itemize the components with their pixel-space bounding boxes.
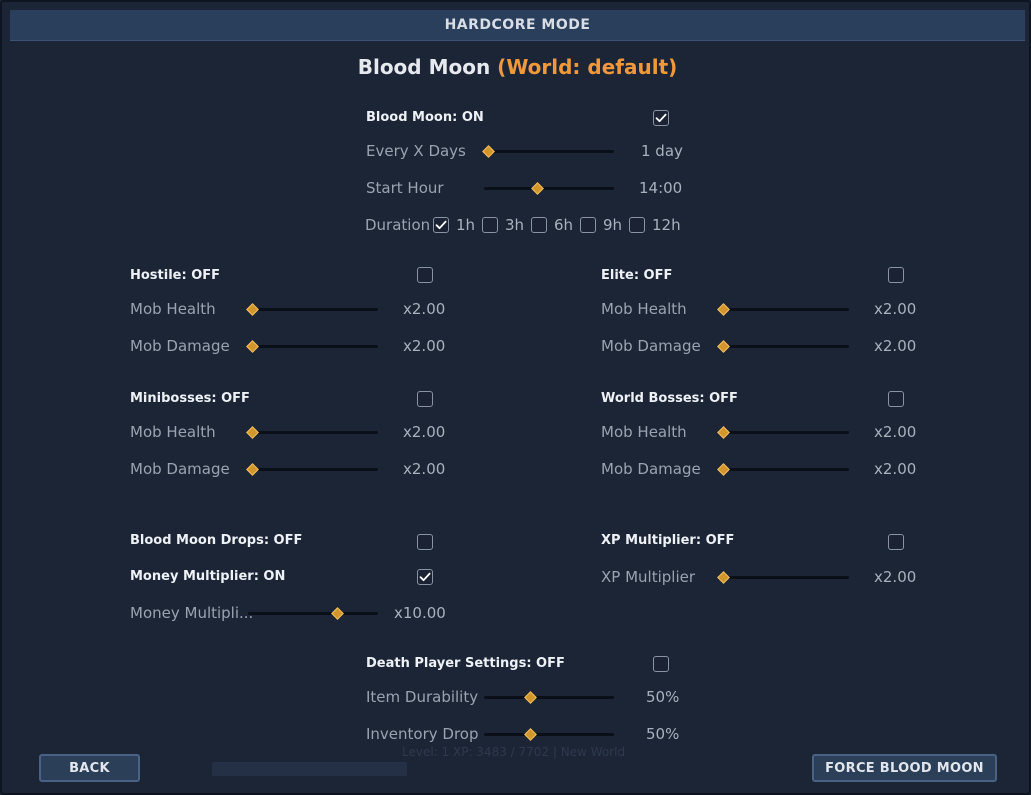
hostile-mob-damage-value: x2.00: [403, 337, 446, 355]
duration-12h-checkbox[interactable]: [629, 217, 645, 233]
slider-thumb[interactable]: [245, 340, 259, 353]
duration-3h-label: 3h: [505, 216, 525, 234]
hostile-mob-health-value: x2.00: [403, 300, 446, 318]
start-hour-slider[interactable]: [484, 182, 614, 195]
minibosses-mob-health-label: Mob Health: [130, 423, 216, 441]
inventory-drop-label: Inventory Drop: [366, 725, 479, 743]
duration-1h-checkbox[interactable]: [433, 217, 449, 233]
elite-toggle-label: Elite: OFF: [601, 268, 673, 283]
check-icon: [435, 220, 447, 230]
xp-multiplier-value: x2.00: [874, 568, 917, 586]
elite-checkbox[interactable]: [888, 267, 904, 283]
slider-thumb[interactable]: [245, 303, 259, 316]
duration-9h-checkbox[interactable]: [580, 217, 596, 233]
duration-6h-checkbox[interactable]: [531, 217, 547, 233]
drops-toggle-label: Blood Moon Drops: OFF: [130, 533, 303, 548]
start-hour-value: 14:00: [639, 179, 683, 197]
slider-thumb[interactable]: [245, 463, 259, 476]
money-toggle-label: Money Multiplier: ON: [130, 569, 286, 584]
minibosses-mob-damage-slider[interactable]: [245, 463, 378, 476]
every-x-days-label: Every X Days: [366, 142, 466, 160]
minibosses-mob-damage-value: x2.00: [403, 460, 446, 478]
every-x-days-value: 1 day: [641, 142, 683, 160]
slider-thumb[interactable]: [330, 607, 344, 620]
blood-moon-checkbox[interactable]: [653, 110, 669, 126]
minibosses-mob-health-value: x2.00: [403, 423, 446, 441]
world-bosses-toggle-label: World Bosses: OFF: [601, 391, 738, 406]
hostile-checkbox[interactable]: [417, 267, 433, 283]
hostile-mob-damage-label: Mob Damage: [130, 337, 230, 355]
world-bosses-checkbox[interactable]: [888, 391, 904, 407]
duration-3h-checkbox[interactable]: [482, 217, 498, 233]
minibosses-mob-health-slider[interactable]: [245, 426, 378, 439]
xp-toggle-label: XP Multiplier: OFF: [601, 533, 735, 548]
duration-12h-label: 12h: [652, 216, 681, 234]
death-toggle-label: Death Player Settings: OFF: [366, 656, 565, 671]
every-x-days-slider[interactable]: [481, 145, 614, 158]
blood-moon-toggle-label: Blood Moon: ON: [366, 110, 484, 125]
duration-1h-label: 1h: [456, 216, 476, 234]
hostile-mob-health-label: Mob Health: [130, 300, 216, 318]
item-durability-value: 50%: [646, 688, 680, 706]
slider-thumb[interactable]: [716, 340, 730, 353]
xp-checkbox[interactable]: [888, 534, 904, 550]
duration-9h-label: 9h: [603, 216, 623, 234]
slider-thumb[interactable]: [245, 426, 259, 439]
duration-6h-label: 6h: [554, 216, 574, 234]
hostile-mob-damage-slider[interactable]: [245, 340, 378, 353]
item-durability-label: Item Durability: [366, 688, 479, 706]
slider-thumb[interactable]: [716, 463, 730, 476]
drops-checkbox[interactable]: [417, 534, 433, 550]
hostile-toggle-label: Hostile: OFF: [130, 268, 221, 283]
slider-thumb[interactable]: [716, 303, 730, 316]
money-checkbox[interactable]: [417, 569, 433, 585]
death-checkbox[interactable]: [653, 656, 669, 672]
background-xp-bar: [212, 762, 407, 776]
elite-mob-health-value: x2.00: [874, 300, 917, 318]
elite-mob-damage-slider[interactable]: [716, 340, 849, 353]
inventory-drop-slider[interactable]: [484, 728, 614, 741]
check-icon: [419, 572, 431, 582]
slider-thumb[interactable]: [524, 728, 537, 741]
xp-multiplier-slider[interactable]: [716, 571, 849, 584]
slider-thumb[interactable]: [530, 182, 544, 195]
background-status-text: Level: 1 XP: 3483 / 7702 | New World: [402, 745, 626, 759]
duration-label: Duration: [365, 216, 431, 234]
window-title: HARDCORE MODE: [10, 10, 1025, 41]
minibosses-mob-damage-label: Mob Damage: [130, 460, 230, 478]
slider-thumb[interactable]: [716, 426, 730, 439]
start-hour-label: Start Hour: [366, 179, 444, 197]
elite-mob-health-slider[interactable]: [716, 303, 849, 316]
slider-thumb[interactable]: [481, 145, 495, 158]
minibosses-toggle-label: Minibosses: OFF: [130, 391, 250, 406]
world-bosses-mob-damage-slider[interactable]: [716, 463, 849, 476]
page-title: Blood Moon (World: default): [2, 55, 1031, 79]
elite-mob-health-label: Mob Health: [601, 300, 687, 318]
hostile-mob-health-slider[interactable]: [245, 303, 378, 316]
slider-thumb[interactable]: [524, 691, 537, 704]
world-bosses-mob-damage-label: Mob Damage: [601, 460, 701, 478]
world-bosses-mob-damage-value: x2.00: [874, 460, 917, 478]
xp-multiplier-label: XP Multiplier: [601, 568, 696, 586]
elite-mob-damage-label: Mob Damage: [601, 337, 701, 355]
inventory-drop-value: 50%: [646, 725, 680, 743]
money-multiplier-label: Money Multipli...: [130, 604, 254, 622]
slider-thumb[interactable]: [716, 571, 730, 584]
minibosses-checkbox[interactable]: [417, 391, 433, 407]
page-title-text: Blood Moon: [357, 55, 491, 79]
world-bosses-mob-health-label: Mob Health: [601, 423, 687, 441]
money-multiplier-value: x10.00: [394, 604, 446, 622]
check-icon: [655, 113, 667, 123]
world-name: (World: default): [497, 55, 678, 79]
settings-window: HARDCORE MODE Blood Moon (World: default…: [0, 0, 1031, 795]
force-blood-moon-button[interactable]: FORCE BLOOD MOON: [812, 754, 997, 782]
world-bosses-mob-health-slider[interactable]: [716, 426, 849, 439]
money-multiplier-slider[interactable]: [248, 607, 378, 620]
item-durability-slider[interactable]: [484, 691, 614, 704]
elite-mob-damage-value: x2.00: [874, 337, 917, 355]
back-button[interactable]: BACK: [39, 754, 140, 782]
world-bosses-mob-health-value: x2.00: [874, 423, 917, 441]
